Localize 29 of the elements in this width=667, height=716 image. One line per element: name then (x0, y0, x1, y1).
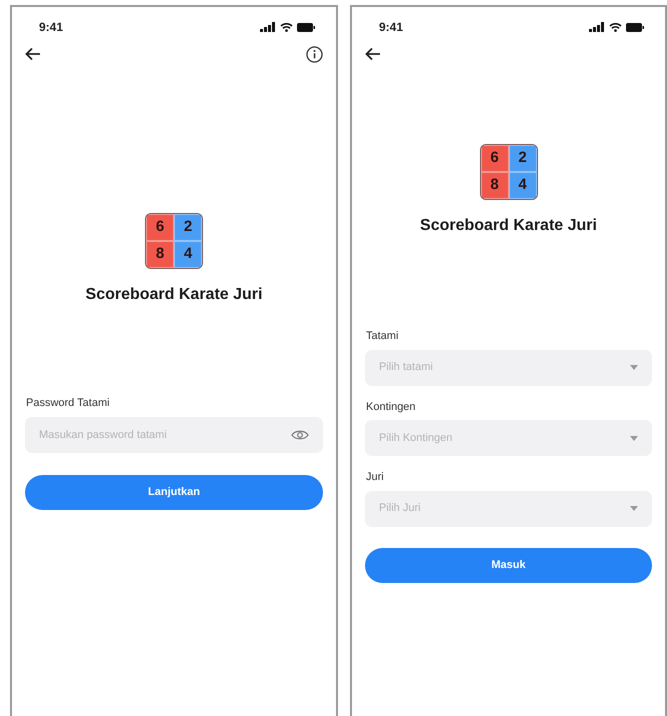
dropdown-field[interactable]: Pilih Kontingen (365, 420, 652, 456)
field-label: Tatami (366, 329, 400, 344)
info-icon[interactable] (306, 46, 323, 62)
wifi-icon (280, 22, 293, 32)
battery-icon (297, 22, 315, 32)
caret-icon (630, 506, 638, 511)
field-label: Password Tatami (26, 396, 111, 411)
dropdown-field[interactable]: Pilih tatami (365, 350, 652, 386)
status-time: 9:41 (39, 19, 64, 36)
password-field[interactable]: Masukan password tatami (25, 416, 323, 452)
submit-button[interactable]: Masuk (365, 548, 652, 582)
caret-icon (630, 436, 638, 440)
back-arrow-icon[interactable] (365, 47, 381, 61)
field-label: Juri (366, 470, 385, 485)
field-label: Kontingen (366, 400, 417, 414)
battery-icon (626, 22, 644, 32)
app-logo: 6 2 8 4 (480, 144, 538, 200)
eye-icon[interactable] (291, 428, 309, 440)
app-title: Scoreboard Karate Juri (84, 285, 264, 305)
app-logo: 6 2 8 4 (145, 213, 203, 269)
back-arrow-icon[interactable] (25, 47, 41, 61)
app-title: Scoreboard Karate Juri (419, 216, 598, 236)
dropdown-field[interactable]: Pilih Juri (365, 490, 652, 526)
caret-icon (630, 365, 638, 370)
wifi-icon (609, 22, 622, 32)
submit-button[interactable]: Lanjutkan (25, 474, 323, 510)
signal-icon (589, 22, 605, 32)
signal-icon (260, 22, 276, 32)
status-time: 9:41 (379, 19, 404, 36)
